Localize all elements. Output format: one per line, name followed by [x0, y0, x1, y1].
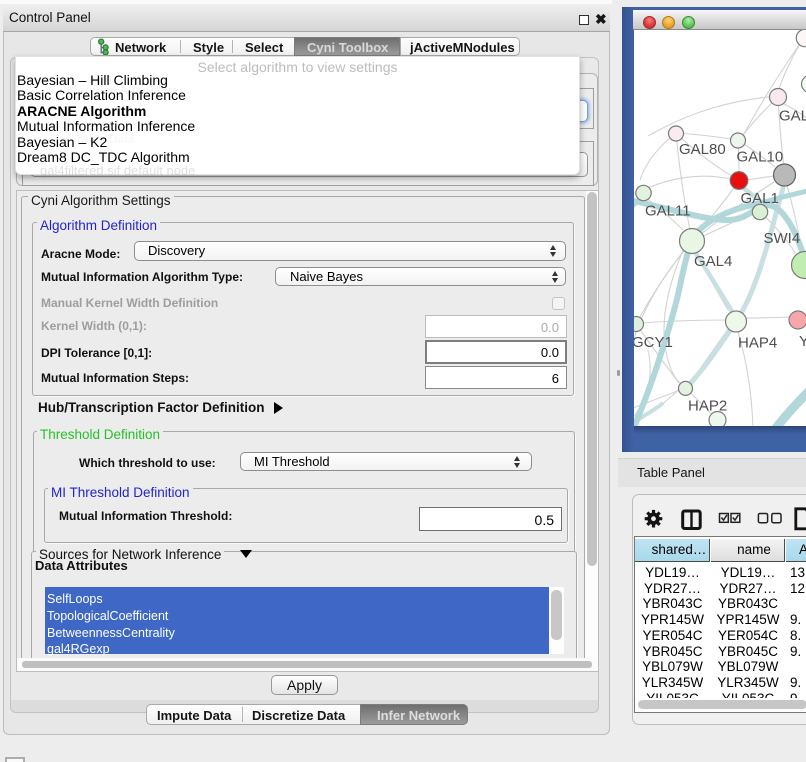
svg-text:GAL: GAL — [779, 108, 806, 125]
svg-text:GAL10: GAL10 — [737, 149, 784, 166]
svg-text:SWI4: SWI4 — [764, 230, 801, 247]
svg-text:GCY1: GCY1 — [634, 334, 673, 351]
svg-text:GAL1: GAL1 — [741, 190, 779, 207]
svg-text:HAP2: HAP2 — [688, 398, 727, 415]
svg-text:GAL4: GAL4 — [694, 253, 732, 270]
svg-text:Y: Y — [799, 333, 806, 350]
svg-text:HAP4: HAP4 — [738, 335, 777, 352]
svg-text:GAL11: GAL11 — [645, 203, 691, 220]
svg-text:GAL80: GAL80 — [679, 141, 726, 158]
